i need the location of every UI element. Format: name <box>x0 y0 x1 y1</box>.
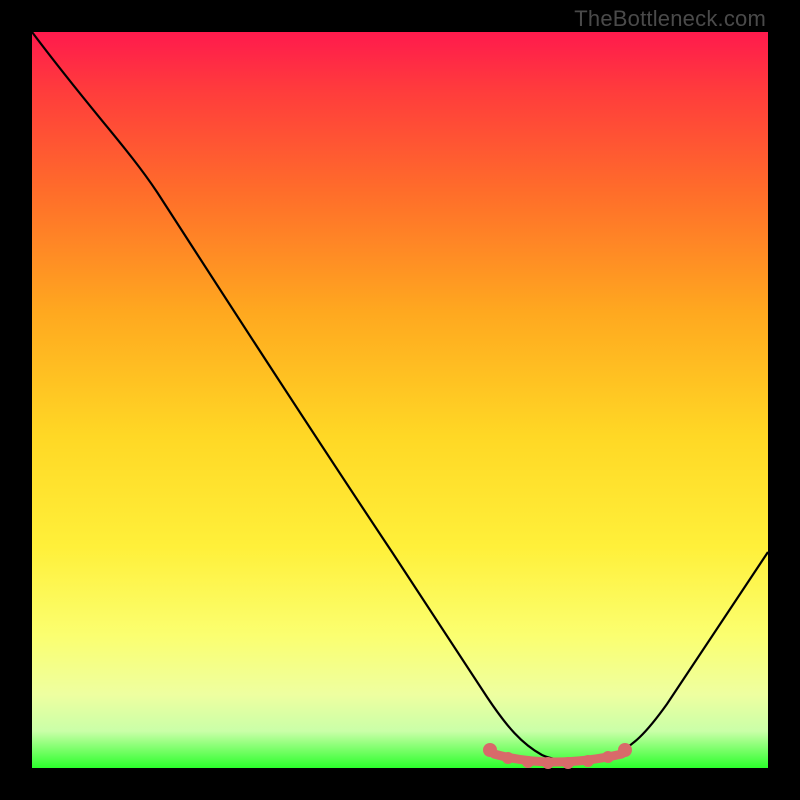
plot-frame <box>32 32 768 768</box>
watermark: TheBottleneck.com <box>574 6 766 32</box>
curve-layer <box>32 32 768 768</box>
flat-region-markers <box>483 743 632 769</box>
bottleneck-curve <box>32 32 768 761</box>
